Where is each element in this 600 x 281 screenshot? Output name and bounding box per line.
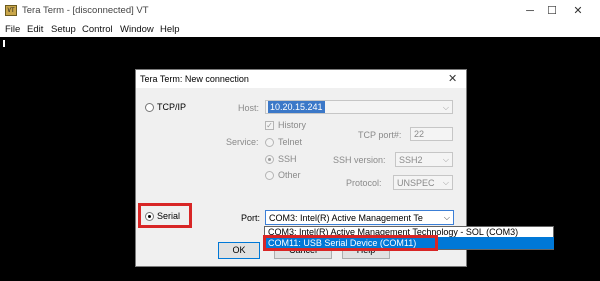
dialog-close-button[interactable]: ✕: [448, 72, 457, 85]
protocol-value: UNSPEC: [397, 178, 435, 188]
terminal-cursor: [3, 40, 5, 47]
chevron-down-icon: ⌵: [443, 213, 450, 222]
ssh-version-label: SSH version:: [333, 155, 386, 165]
ssh-label: SSH: [278, 154, 297, 164]
host-value: 10.20.15.241: [268, 101, 325, 113]
other-label: Other: [278, 170, 301, 180]
protocol-select[interactable]: UNSPEC ⌵: [393, 175, 453, 190]
menu-window[interactable]: Window: [120, 24, 154, 35]
port-value: COM3: Intel(R) Active Management Te: [269, 213, 423, 223]
other-radio[interactable]: [265, 171, 274, 180]
menu-help[interactable]: Help: [160, 24, 180, 35]
chevron-down-icon: ⌵: [442, 155, 449, 164]
tcp-port-value: 22: [414, 129, 425, 139]
host-label: Host:: [238, 103, 260, 113]
menu-file[interactable]: File: [5, 24, 20, 35]
history-checkbox[interactable]: ✓: [265, 121, 274, 130]
serial-highlight-box: [138, 203, 192, 228]
history-label: History: [278, 120, 307, 130]
ok-button[interactable]: OK: [218, 242, 260, 259]
ssh-version-select[interactable]: SSH2 ⌵: [395, 152, 453, 167]
chevron-down-icon: ⌵: [442, 178, 449, 187]
chevron-down-icon: ⌵: [442, 103, 449, 112]
port-select[interactable]: COM3: Intel(R) Active Management Te ⌵: [265, 210, 454, 225]
menu-control[interactable]: Control: [82, 24, 113, 35]
tcpip-label: TCP/IP: [157, 102, 187, 112]
menu-edit[interactable]: Edit: [27, 24, 43, 35]
tcp-port-label: TCP port#:: [358, 130, 402, 140]
telnet-label: Telnet: [278, 137, 303, 147]
menu-setup[interactable]: Setup: [51, 24, 76, 35]
ssh-version-value: SSH2: [399, 155, 423, 165]
telnet-radio[interactable]: [265, 138, 274, 147]
tcpip-radio[interactable]: [145, 103, 154, 112]
teraterm-app-icon: VT: [5, 5, 17, 16]
window-title: Tera Term - [disconnected] VT: [22, 5, 149, 16]
dialog-title: Tera Term: New connection: [140, 74, 249, 84]
tcp-port-input[interactable]: 22: [410, 127, 453, 141]
protocol-label: Protocol:: [346, 178, 382, 188]
ssh-radio[interactable]: [265, 155, 274, 164]
close-button[interactable]: ✕: [556, 0, 600, 22]
port-label: Port:: [241, 213, 261, 223]
service-label: Service:: [226, 137, 259, 147]
com11-highlight-box: [263, 235, 438, 251]
